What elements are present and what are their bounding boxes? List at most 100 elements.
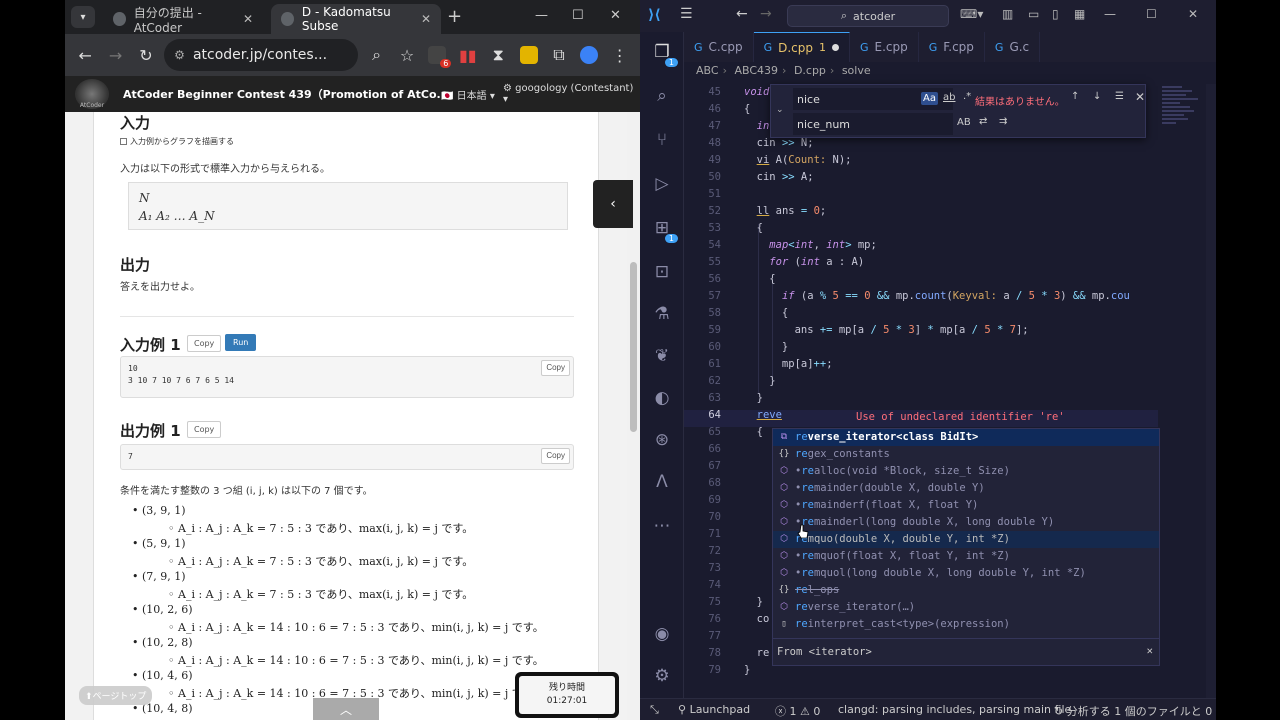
- tree-icon[interactable]: ❦: [650, 344, 674, 368]
- tab-e-cpp[interactable]: G E.cpp: [850, 32, 919, 62]
- breadcrumb-item[interactable]: D.cpp: [794, 64, 826, 77]
- toggle-panel-icon[interactable]: ▭: [1028, 7, 1039, 21]
- explorer-icon[interactable]: ❐ 1: [650, 40, 678, 67]
- site-info-icon[interactable]: ⚙: [174, 48, 185, 62]
- minimap[interactable]: [1162, 84, 1206, 184]
- sidebar-toggle-chevron-left-icon[interactable]: ‹: [593, 180, 633, 228]
- suggestion-item[interactable]: {} rel_ops: [773, 582, 1159, 599]
- scroll-up-chevron-icon[interactable]: ︿: [313, 698, 379, 720]
- toggle-replace-chevron-icon[interactable]: ⌄: [776, 105, 784, 115]
- copy-button[interactable]: Copy: [187, 335, 222, 352]
- close-window-icon[interactable]: ✕: [1188, 7, 1198, 21]
- close-tab-icon[interactable]: ✕: [243, 12, 253, 26]
- replace-input[interactable]: nice_num: [793, 113, 953, 135]
- graph-checkbox[interactable]: 入力例からグラフを描画する: [120, 136, 234, 147]
- suggestion-item[interactable]: ⬡ •realloc(void *Block, size_t Size): [773, 463, 1159, 480]
- address-bar[interactable]: ⚙ atcoder.jp/contes...: [164, 39, 359, 71]
- suggestion-item[interactable]: ⬡ remquo(double X, double Y, int *Z): [773, 531, 1159, 548]
- remote-icon[interactable]: ⤡: [650, 703, 659, 717]
- breadcrumb-item[interactable]: ABC439: [734, 64, 778, 77]
- chrome-tab-active[interactable]: D - Kadomatsu Subse ✕: [271, 4, 441, 34]
- replace-icon[interactable]: ⇄: [979, 116, 987, 127]
- tab-c-cpp[interactable]: G C.cpp: [684, 32, 754, 62]
- clangd-status[interactable]: clangd: parsing includes, parsing main f…: [838, 703, 1071, 716]
- contest-title[interactable]: AtCoder Beginner Contest 439（Promotion o…: [123, 86, 449, 102]
- copy-sample-button[interactable]: Copy: [541, 448, 570, 464]
- audio-extension-icon[interactable]: ▮▮: [456, 41, 480, 69]
- extensions-icon[interactable]: ⊞ 1: [650, 216, 678, 243]
- maximize-icon[interactable]: ☐: [1146, 7, 1157, 21]
- atcoder-logo[interactable]: AtCoder: [75, 79, 109, 109]
- tab-g-cpp[interactable]: G G.c: [985, 32, 1041, 62]
- run-debug-icon[interactable]: ▷: [650, 172, 674, 196]
- copilot-icon[interactable]: ⌨▾: [960, 7, 983, 21]
- git-graph-icon[interactable]: ⊛: [650, 428, 674, 452]
- analysis-status[interactable]: ↻ 分析する 1 個のファイルと 0 個のセ: [1054, 703, 1216, 719]
- extension-icon[interactable]: 6: [425, 41, 452, 69]
- copy-sample-button[interactable]: Copy: [541, 360, 570, 376]
- layout-icon[interactable]: ▦: [1074, 7, 1085, 21]
- zoom-search-icon[interactable]: ⌕: [364, 41, 388, 69]
- toggle-secondary-sidebar-icon[interactable]: ▯: [1052, 7, 1059, 21]
- edge-icon[interactable]: ◐: [650, 386, 674, 410]
- testing-icon[interactable]: ⚗: [650, 302, 674, 326]
- settings-gear-icon[interactable]: ⚙: [650, 664, 674, 688]
- problems-indicator[interactable]: ⓧ 1 ⚠ 0: [775, 703, 820, 719]
- chrome-menu-icon[interactable]: ⋮: [608, 41, 632, 69]
- account-icon[interactable]: ◉: [650, 622, 674, 646]
- run-button[interactable]: Run: [225, 334, 257, 351]
- suggestion-item[interactable]: ⬡ reverse_iterator(…): [773, 599, 1159, 616]
- toggle-sidebar-icon[interactable]: ▥: [1002, 7, 1013, 21]
- breadcrumb-item[interactable]: ABC: [696, 64, 719, 77]
- tab-d-cpp[interactable]: G D.cpp 1: [753, 32, 850, 62]
- user-menu[interactable]: ⚙ googology (Contestant) ▾: [503, 83, 640, 105]
- page-top-button[interactable]: ⬆ページトップ: [79, 686, 153, 705]
- nav-back-icon[interactable]: ←: [736, 6, 748, 22]
- search-icon[interactable]: ⌕: [650, 84, 674, 108]
- nav-forward-icon[interactable]: →: [760, 6, 772, 22]
- suggestion-item[interactable]: ⧉ reverse_iterator<class BidIt>: [773, 429, 1159, 446]
- next-match-icon[interactable]: ↓: [1093, 91, 1101, 102]
- suggestion-item[interactable]: ⬡ •remquof(float X, float Y, int *Z): [773, 548, 1159, 565]
- bookmark-star-icon[interactable]: ☆: [395, 41, 419, 69]
- equalizer-extension-icon[interactable]: ⧗: [486, 41, 510, 69]
- suggestion-item[interactable]: ⬡ •remainder(double X, double Y): [773, 480, 1159, 497]
- previous-match-icon[interactable]: ↑: [1071, 91, 1079, 102]
- chrome-tab[interactable]: 自分の提出 - AtCoder ✕: [103, 4, 263, 35]
- minimize-icon[interactable]: —: [535, 8, 548, 23]
- scrollbar-thumb[interactable]: [630, 262, 637, 432]
- regex-toggle[interactable]: .*: [963, 91, 971, 102]
- language-selector[interactable]: 🇯🇵 日本語 ▾: [441, 87, 495, 102]
- close-detail-icon[interactable]: ✕: [1147, 645, 1153, 657]
- match-case-toggle[interactable]: Aa: [921, 92, 938, 105]
- suggestion-item[interactable]: ▯ reinterpret_cast<type>(expression): [773, 616, 1159, 633]
- copy-button[interactable]: Copy: [187, 421, 222, 438]
- minimize-icon[interactable]: —: [1104, 7, 1116, 21]
- new-tab-button[interactable]: +: [447, 6, 462, 27]
- preserve-case-toggle[interactable]: AB: [957, 117, 971, 128]
- suggestion-item[interactable]: ⬡ •remquol(long double X, long double Y, …: [773, 565, 1159, 582]
- breadcrumb-item[interactable]: solve: [842, 64, 871, 77]
- whole-word-toggle[interactable]: ab: [943, 92, 955, 103]
- suggestion-item[interactable]: {} regex_constants: [773, 446, 1159, 463]
- extensions-puzzle-icon[interactable]: ⧉: [547, 41, 571, 69]
- suggestion-item[interactable]: ⬡ •remainderl(long double X, long double …: [773, 514, 1159, 531]
- source-control-icon[interactable]: ⑂: [650, 128, 674, 152]
- close-tab-icon[interactable]: ✕: [421, 12, 431, 26]
- reload-icon[interactable]: ↻: [134, 41, 158, 69]
- forward-icon[interactable]: →: [103, 41, 127, 69]
- back-icon[interactable]: ←: [73, 41, 97, 69]
- suggestion-item[interactable]: ⬡ •remainderf(float X, float Y): [773, 497, 1159, 514]
- music-icon[interactable]: [577, 41, 601, 69]
- replace-all-icon[interactable]: ⇉: [999, 116, 1007, 127]
- extension-yellow-icon[interactable]: [516, 41, 540, 69]
- tab-search-button[interactable]: ▾: [71, 6, 95, 28]
- command-center-search[interactable]: ⌕ atcoder: [787, 5, 949, 27]
- azure-icon[interactable]: Λ: [650, 470, 674, 494]
- remote-explorer-icon[interactable]: ⊡: [650, 260, 674, 284]
- find-in-selection-icon[interactable]: ☰: [1115, 91, 1124, 102]
- close-window-icon[interactable]: ✕: [610, 8, 621, 23]
- editor-scrollbar[interactable]: [1206, 84, 1216, 698]
- maximize-icon[interactable]: ☐: [572, 8, 584, 23]
- hamburger-menu-icon[interactable]: ☰: [680, 6, 693, 22]
